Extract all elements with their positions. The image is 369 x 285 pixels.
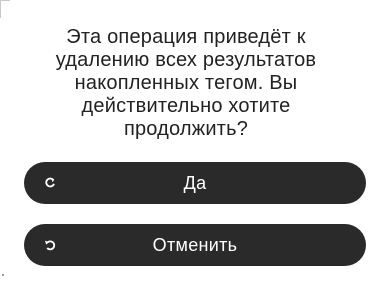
confirm-button-label: Да: [183, 172, 207, 193]
cancel-button[interactable]: Отменить: [24, 224, 366, 266]
cancel-button-label: Отменить: [152, 234, 238, 255]
undo-icon: [42, 237, 58, 253]
confirm-button[interactable]: Да: [24, 162, 366, 204]
confirmation-screen: Эта операция приведёт к удалению всех ре…: [0, 0, 369, 285]
window-corner: [0, 0, 10, 18]
confirm-dialog: Эта операция приведёт к удалению всех ре…: [14, 0, 369, 285]
refresh-icon: [42, 175, 58, 191]
corner-dot: [2, 274, 4, 276]
dialog-message: Эта операция приведёт к удалению всех ре…: [55, 26, 317, 140]
